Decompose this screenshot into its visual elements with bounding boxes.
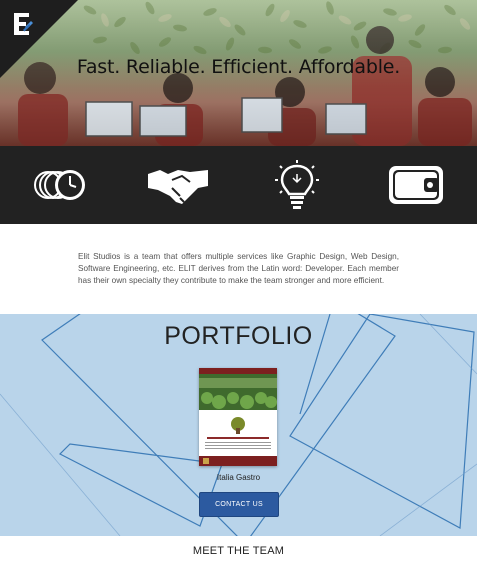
- team-section: MEET THE TEAM: [0, 536, 477, 569]
- portfolio-section: PORTFOLIO Italia Gastro CONTACT US: [0, 314, 477, 536]
- wallet-icon: [389, 166, 443, 204]
- about-section: Elit Studios is a team that offers multi…: [0, 224, 477, 314]
- portfolio-item-thumbnail[interactable]: [199, 368, 277, 466]
- portfolio-item-caption[interactable]: Italia Gastro: [0, 473, 477, 482]
- hero-section: Fast. Reliable. Efficient. Affordable.: [0, 0, 477, 146]
- contact-us-button[interactable]: CONTACT US: [199, 492, 279, 517]
- about-text: Elit Studios is a team that offers multi…: [78, 252, 399, 285]
- lightbulb-icon: [275, 160, 319, 209]
- team-section-title: MEET THE TEAM: [192, 545, 285, 557]
- portfolio-title: PORTFOLIO: [164, 322, 313, 350]
- clock-stack-icon: [34, 170, 85, 200]
- services-icon-band: [0, 146, 477, 224]
- elit-logo-icon[interactable]: [12, 12, 34, 36]
- handshake-icon: [148, 170, 208, 204]
- page: Fast. Reliable. Efficient. Affordable. E…: [0, 0, 477, 569]
- hero-tagline: Fast. Reliable. Efficient. Affordable.: [76, 56, 401, 78]
- portfolio-item-screenshot: [199, 368, 277, 466]
